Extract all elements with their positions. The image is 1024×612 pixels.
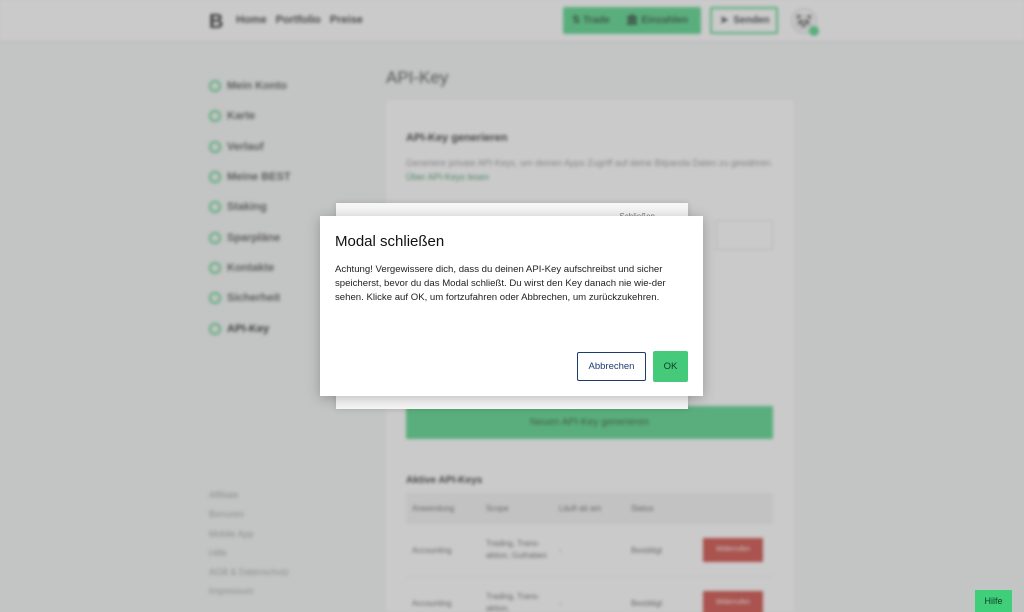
close-modal-dialog: Modal schließen Achtung! Vergewissere di… — [320, 216, 703, 396]
help-button[interactable]: Hilfe — [975, 590, 1012, 612]
ok-button[interactable]: OK — [653, 351, 688, 382]
cancel-button[interactable]: Abbrechen — [577, 352, 646, 381]
modal-body: Achtung! Vergewissere dich, dass du dein… — [335, 264, 666, 304]
modal-title: Modal schließen — [335, 233, 445, 250]
